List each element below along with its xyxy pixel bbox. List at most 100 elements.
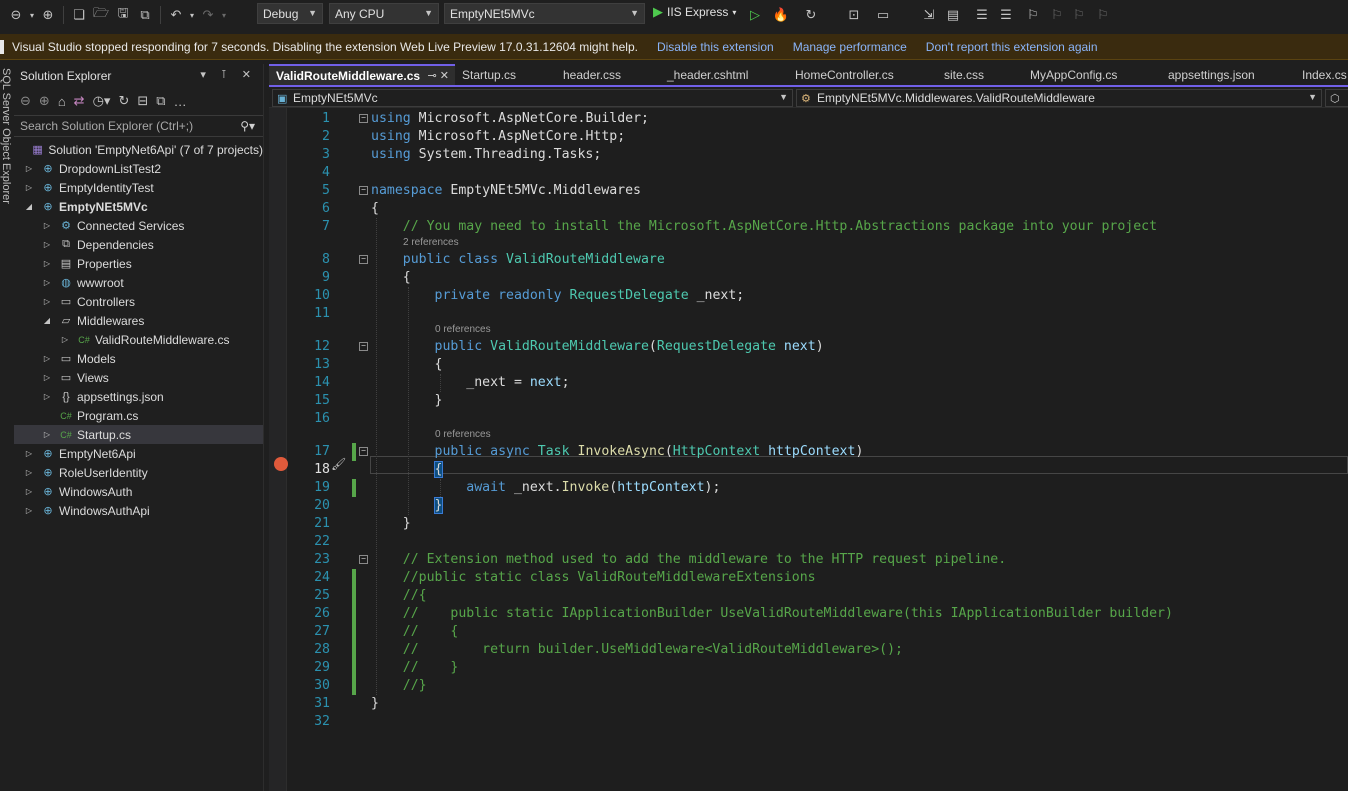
collapse-all-icon[interactable]: ⊟	[137, 93, 148, 109]
code-line[interactable]: 25 //{	[269, 587, 1348, 605]
tab[interactable]: Startup.cs	[455, 64, 556, 85]
collapse-icon[interactable]: ◢	[42, 316, 52, 325]
forward-icon[interactable]: ⊕	[39, 93, 50, 109]
home-icon[interactable]: ⌂	[58, 94, 66, 109]
tab[interactable]: site.css	[937, 64, 1023, 85]
code-line[interactable]: 20 }	[269, 497, 1348, 515]
outdent-icon[interactable]: ☰	[972, 5, 992, 25]
dont-report-link[interactable]: Don't report this extension again	[926, 40, 1098, 54]
code-line[interactable]: 12 − public ValidRouteMiddleware(RequestD…	[269, 338, 1348, 356]
tree-item[interactable]: ▷ ⧉ Dependencies	[14, 235, 263, 254]
search-icon[interactable]: ⚲▾	[240, 119, 255, 133]
code-line[interactable]: 15 }	[269, 392, 1348, 410]
member-dropdown[interactable]: ⬡	[1325, 89, 1348, 107]
code-line[interactable]: 7 // You may need to install the Microso…	[269, 218, 1348, 236]
layout-icon[interactable]: ▭	[873, 5, 893, 25]
code-editor[interactable]: 🖌 1− using Microsoft.AspNetCore.Builder; 2…	[269, 108, 1348, 791]
code-line[interactable]: 23 − // Extension method used to add the …	[269, 551, 1348, 569]
back-icon[interactable]: ⊖	[20, 93, 31, 109]
code-line[interactable]: 5 − namespace EmptyNEt5MVc.Middlewares	[269, 182, 1348, 200]
hot-reload-icon[interactable]: 🔥	[771, 5, 791, 25]
collapse-icon[interactable]: ◢	[24, 202, 34, 211]
expand-icon[interactable]: ▷	[42, 221, 52, 230]
more-icon[interactable]: …	[174, 94, 187, 109]
code-line[interactable]: 17 − public async Task InvokeAsync(HttpCo…	[269, 443, 1348, 461]
code-line[interactable]: 6{	[269, 200, 1348, 218]
tree-item[interactable]: ◢ ▱ Middlewares	[14, 311, 263, 330]
collapse-icon[interactable]: −	[359, 255, 368, 264]
expand-icon[interactable]: ▷	[60, 335, 70, 344]
sql-server-object-explorer-tab[interactable]: SQL Server Object Explorer	[0, 68, 12, 204]
browser-link-icon[interactable]: ⊡	[844, 5, 864, 25]
startup-project-dropdown[interactable]: EmptyNEt5MVc ▼	[444, 3, 645, 24]
tab[interactable]: Index.cshtml	[1295, 64, 1347, 85]
expand-icon[interactable]: ▷	[42, 259, 52, 268]
collapse-icon[interactable]: −	[359, 447, 368, 456]
prev-bookmark-icon[interactable]: ⚐	[1047, 5, 1067, 25]
references-codelens[interactable]: 2 references	[403, 237, 459, 248]
chevron-down-icon[interactable]: ▾	[220, 5, 228, 25]
references-codelens[interactable]: 0 references	[435, 429, 491, 440]
tree-item[interactable]: ▦ Solution 'EmptyNet6Api' (7 of 7 project…	[14, 140, 263, 159]
code-line[interactable]: 18 {	[269, 461, 1348, 479]
tree-item[interactable]: C# Program.cs	[14, 406, 263, 425]
code-line[interactable]: 26 // public static IApplicationBuilder …	[269, 605, 1348, 623]
tree-item[interactable]: ▷ ⊕ DropdownListTest2	[14, 159, 263, 178]
expand-icon[interactable]: ▷	[42, 278, 52, 287]
code-line[interactable]: 19 await _next.Invoke(httpContext);	[269, 479, 1348, 497]
run-button[interactable]: ▶ IIS Express ▾	[653, 4, 736, 20]
code-line[interactable]: 29 // }	[269, 659, 1348, 677]
tree-item[interactable]: ▷ ▭ Controllers	[14, 292, 263, 311]
pending-changes-icon[interactable]: ◷▾	[93, 93, 111, 109]
undo-icon[interactable]: ↶	[166, 5, 186, 25]
save-all-icon[interactable]: ⧉	[135, 5, 155, 25]
new-item-icon[interactable]: ❏	[69, 5, 89, 25]
configuration-dropdown[interactable]: Debug ▼	[257, 3, 323, 24]
code-line[interactable]: 27 // {	[269, 623, 1348, 641]
tree-item[interactable]: ▷ {} appsettings.json	[14, 387, 263, 406]
sync-icon[interactable]: ↻	[118, 93, 129, 109]
code-line[interactable]: 3 using System.Threading.Tasks;	[269, 146, 1348, 164]
next-bookmark-icon[interactable]: ⚐	[1069, 5, 1089, 25]
platform-dropdown[interactable]: Any CPU ▼	[329, 3, 439, 24]
close-icon[interactable]: ⊸ ✕	[428, 69, 450, 82]
references-codelens[interactable]: 0 references	[435, 324, 491, 335]
expand-icon[interactable]: ▷	[24, 449, 34, 458]
code-line[interactable]: 14 _next = next;	[269, 374, 1348, 392]
back-icon[interactable]: ⊖	[6, 5, 26, 25]
collapse-icon[interactable]: −	[359, 186, 368, 195]
panel-controls[interactable]: ▾ ⊺ ✕	[200, 68, 257, 81]
tab[interactable]: MyAppConfig.cs	[1023, 64, 1161, 85]
expand-icon[interactable]: ▷	[42, 354, 52, 363]
redo-icon[interactable]: ↷	[198, 5, 218, 25]
code-line[interactable]: 16	[269, 410, 1348, 428]
tree-item[interactable]: ▷ ⊕ WindowsAuthApi	[14, 501, 263, 520]
code-line[interactable]: 10 private readonly RequestDelegate _nex…	[269, 287, 1348, 305]
code-line[interactable]: 4	[269, 164, 1348, 182]
code-line[interactable]: 8 − public class ValidRouteMiddleware	[269, 251, 1348, 269]
clear-bookmarks-icon[interactable]: ⚐	[1093, 5, 1113, 25]
code-line[interactable]: 32	[269, 713, 1348, 731]
code-line[interactable]: 22	[269, 533, 1348, 551]
tree-item[interactable]: ▷ ⚙ Connected Services	[14, 216, 263, 235]
tab-active[interactable]: ValidRouteMiddleware.cs ⊸ ✕	[269, 64, 455, 85]
code-line[interactable]: 31}	[269, 695, 1348, 713]
solution-explorer-search[interactable]: Search Solution Explorer (Ctrl+;) ⚲▾	[14, 115, 263, 137]
expand-icon[interactable]: ▷	[42, 430, 52, 439]
save-icon[interactable]: 🖫	[113, 5, 133, 25]
tree-item[interactable]: ▷ ⊕ EmptyIdentityTest	[14, 178, 263, 197]
tab[interactable]: _header.cshtml	[660, 64, 788, 85]
expand-icon[interactable]: ▷	[24, 506, 34, 515]
collapse-icon[interactable]: −	[359, 342, 368, 351]
indent-icon[interactable]: ☰	[996, 5, 1016, 25]
tree-item[interactable]: ▷ C# ValidRouteMiddleware.cs	[14, 330, 263, 349]
code-line[interactable]: 9 {	[269, 269, 1348, 287]
tree-item[interactable]: ▷ ⊕ EmptyNet6Api	[14, 444, 263, 463]
type-dropdown[interactable]: ⚙ EmptyNEt5MVc.Middlewares.ValidRouteMid…	[796, 89, 1322, 107]
tree-item[interactable]: ▷ ▭ Views	[14, 368, 263, 387]
forward-icon[interactable]: ⊕	[38, 5, 58, 25]
chevron-down-icon[interactable]: ▾	[28, 5, 36, 25]
tree-item[interactable]: ◢ ⊕ EmptyNEt5MVc	[14, 197, 263, 216]
collapse-icon[interactable]: −	[359, 114, 368, 123]
expand-icon[interactable]: ▷	[42, 297, 52, 306]
